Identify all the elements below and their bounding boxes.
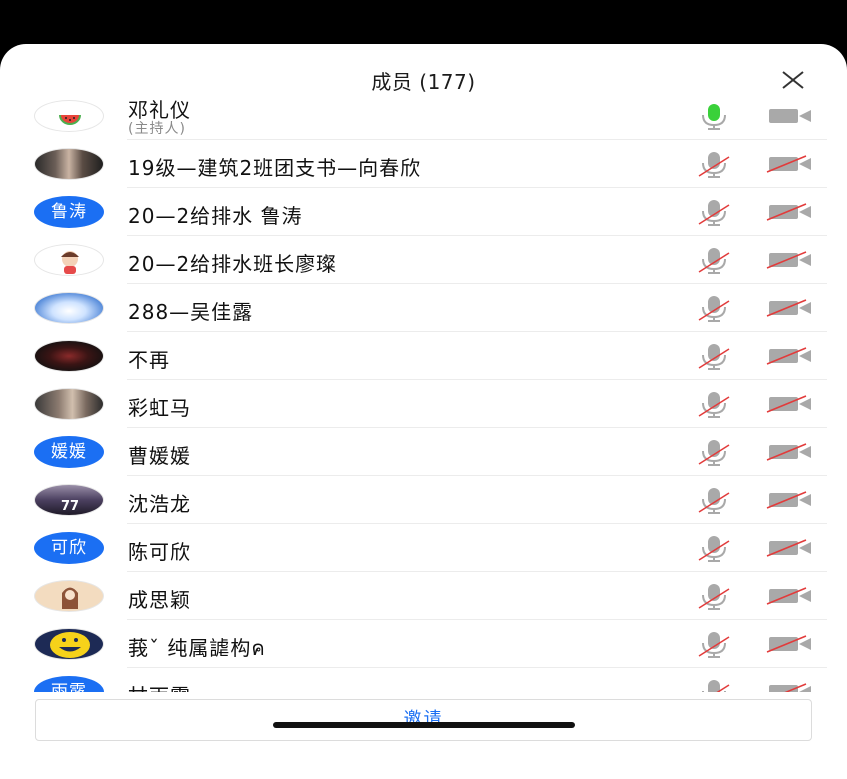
- mic-muted-icon[interactable]: [697, 199, 731, 227]
- member-row[interactable]: 不再: [0, 332, 847, 380]
- member-row[interactable]: 成思颖: [0, 572, 847, 620]
- text-avatar: 可欣: [34, 532, 104, 564]
- members-sheet: 成员 (177) 邓礼仪 (主持人) 19级—建筑2班团支书—向春欣 鲁涛 20…: [0, 44, 847, 779]
- jersey-77-avatar: 77: [34, 484, 104, 516]
- member-row[interactable]: 288—吴佳露: [0, 284, 847, 332]
- member-row[interactable]: 莪ˇ 纯属謔构ค: [0, 620, 847, 668]
- yellow-cartoon-avatar: [34, 628, 104, 660]
- member-name: 沈浩龙: [128, 492, 191, 516]
- camera-off-icon[interactable]: [766, 346, 814, 366]
- mic-on-icon[interactable]: [697, 103, 731, 131]
- camera-off-icon[interactable]: [766, 586, 814, 606]
- camera-off-icon[interactable]: [766, 154, 814, 174]
- member-row[interactable]: 20—2给排水班长廖璨: [0, 236, 847, 284]
- mic-muted-icon[interactable]: [697, 583, 731, 611]
- camera-off-icon[interactable]: [766, 394, 814, 414]
- camera-icon[interactable]: [766, 106, 814, 126]
- member-row[interactable]: 可欣 陈可欣: [0, 524, 847, 572]
- invite-button[interactable]: 邀请: [35, 699, 812, 741]
- sheet-footer: 邀请: [0, 694, 847, 779]
- member-row[interactable]: 媛媛 曹媛媛: [0, 428, 847, 476]
- member-row[interactable]: 19级—建筑2班团支书—向春欣: [0, 140, 847, 188]
- mic-muted-icon[interactable]: [697, 391, 731, 419]
- member-name: 莪ˇ 纯属謔构ค: [128, 636, 266, 660]
- member-name: 288—吴佳露: [128, 300, 254, 324]
- mic-muted-icon[interactable]: [697, 631, 731, 659]
- mic-muted-icon[interactable]: [697, 679, 731, 692]
- text-avatar: 鲁涛: [34, 196, 104, 228]
- mic-muted-icon[interactable]: [697, 535, 731, 563]
- member-name: 彩虹马: [128, 396, 191, 420]
- dark-figure-avatar: [34, 340, 104, 372]
- camera-off-icon[interactable]: [766, 202, 814, 222]
- member-name: 甘雨露: [128, 680, 191, 692]
- camera-off-icon[interactable]: [766, 490, 814, 510]
- sky-clouds-avatar: [34, 292, 104, 324]
- member-row-host[interactable]: 邓礼仪 (主持人): [0, 92, 847, 140]
- mic-muted-icon[interactable]: [697, 439, 731, 467]
- member-name: 不再: [128, 348, 170, 372]
- member-row[interactable]: 鲁涛 20—2给排水 鲁涛: [0, 188, 847, 236]
- camera-off-icon[interactable]: [766, 682, 814, 692]
- page-title: 成员 (177): [371, 70, 476, 94]
- woman-photo-avatar: [34, 388, 104, 420]
- member-name: 19级—建筑2班团支书—向春欣: [128, 156, 422, 180]
- illustrated-girl-avatar: [34, 580, 104, 612]
- mic-muted-icon[interactable]: [697, 151, 731, 179]
- home-indicator[interactable]: [273, 722, 575, 728]
- camera-off-icon[interactable]: [766, 538, 814, 558]
- member-list[interactable]: 邓礼仪 (主持人) 19级—建筑2班团支书—向春欣 鲁涛 20—2给排水 鲁涛 …: [0, 92, 847, 692]
- mic-muted-icon[interactable]: [697, 295, 731, 323]
- member-name: 曹媛媛: [128, 444, 191, 468]
- mic-muted-icon[interactable]: [697, 343, 731, 371]
- member-row[interactable]: 彩虹马: [0, 380, 847, 428]
- camera-off-icon[interactable]: [766, 634, 814, 654]
- watermelon-avatar: [34, 100, 104, 132]
- member-name: 20—2给排水班长廖璨: [128, 252, 338, 276]
- close-icon[interactable]: [779, 68, 807, 92]
- cartoon-girl-avatar: [34, 244, 104, 276]
- girl-portrait-avatar: [34, 148, 104, 180]
- member-name: 20—2给排水 鲁涛: [128, 204, 303, 228]
- text-avatar: 媛媛: [34, 436, 104, 468]
- camera-off-icon[interactable]: [766, 442, 814, 462]
- camera-off-icon[interactable]: [766, 298, 814, 318]
- member-name: 陈可欣: [128, 540, 191, 564]
- member-name: 成思颖: [128, 588, 191, 612]
- text-avatar: 雨露: [34, 676, 104, 692]
- member-row[interactable]: 77 沈浩龙: [0, 476, 847, 524]
- camera-off-icon[interactable]: [766, 250, 814, 270]
- mic-muted-icon[interactable]: [697, 487, 731, 515]
- host-role-label: (主持人): [128, 121, 186, 137]
- mic-muted-icon[interactable]: [697, 247, 731, 275]
- svg-text:77: 77: [61, 499, 79, 514]
- member-row[interactable]: 雨露 甘雨露: [0, 668, 847, 692]
